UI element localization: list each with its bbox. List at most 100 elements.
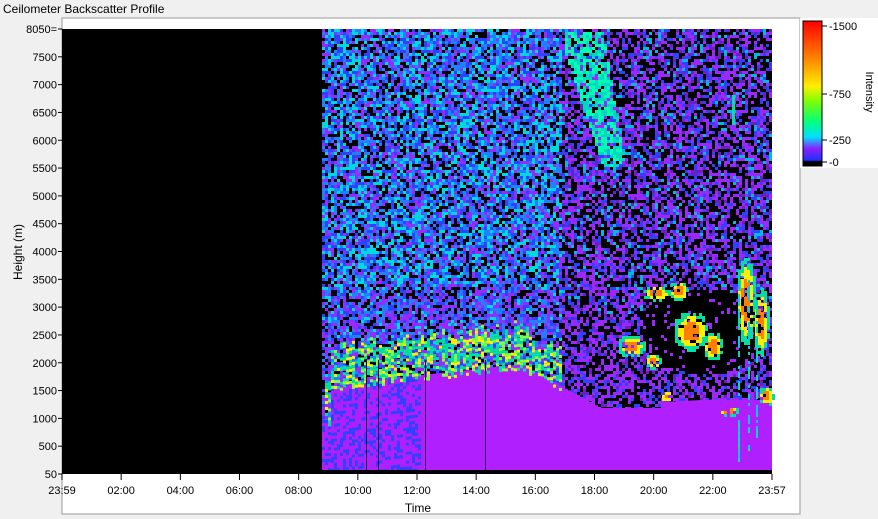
backscatter-cell <box>433 206 436 209</box>
backscatter-cell <box>454 161 457 164</box>
backscatter-cell <box>373 143 376 146</box>
backscatter-cell <box>484 140 487 143</box>
backscatter-cell <box>370 221 373 224</box>
backscatter-cell <box>403 185 406 188</box>
backscatter-cell <box>352 308 355 311</box>
backscatter-cell <box>415 185 418 188</box>
backscatter-cell <box>367 278 370 281</box>
backscatter-cell <box>445 53 448 56</box>
backscatter-cell <box>475 200 478 203</box>
backscatter-cell <box>397 158 400 161</box>
backscatter-cell <box>394 86 397 89</box>
backscatter-cell <box>394 326 397 329</box>
backscatter-cell <box>415 146 418 149</box>
backscatter-cell <box>400 107 403 110</box>
backscatter-cell <box>433 278 436 281</box>
backscatter-cell <box>340 74 343 77</box>
backscatter-cell <box>427 32 430 35</box>
backscatter-cell <box>412 47 415 50</box>
backscatter-cell <box>409 314 412 317</box>
backscatter-cell <box>394 107 397 110</box>
backscatter-cell <box>430 200 433 203</box>
backscatter-cell <box>379 203 382 206</box>
backscatter-cell <box>379 320 382 323</box>
backscatter-cell <box>406 212 409 215</box>
backscatter-cell <box>388 137 391 140</box>
backscatter-cell <box>406 71 409 74</box>
backscatter-cell <box>484 314 487 317</box>
backscatter-cell <box>466 284 469 287</box>
backscatter-cell <box>427 188 430 191</box>
backscatter-cell <box>451 320 454 323</box>
backscatter-cell <box>340 143 343 146</box>
backscatter-cell <box>445 170 448 173</box>
backscatter-cell <box>361 146 364 149</box>
backscatter-cell <box>436 218 439 221</box>
backscatter-cell <box>475 308 478 311</box>
backscatter-cell <box>436 128 439 131</box>
backscatter-cell <box>457 71 460 74</box>
backscatter-cell <box>406 173 409 176</box>
backscatter-cell <box>328 65 331 68</box>
backscatter-cell <box>451 254 454 257</box>
backscatter-cell <box>358 38 361 41</box>
backscatter-cell <box>358 323 361 326</box>
backscatter-cell <box>328 128 331 131</box>
backscatter-cell <box>409 218 412 221</box>
backscatter-cell <box>379 251 382 254</box>
backscatter-cell <box>466 152 469 155</box>
backscatter-cell <box>457 152 460 155</box>
backscatter-cell <box>415 317 418 320</box>
backscatter-cell <box>406 251 409 254</box>
backscatter-cell <box>454 335 457 338</box>
backscatter-cell <box>358 59 361 62</box>
backscatter-cell <box>364 338 367 341</box>
backscatter-cell <box>367 104 370 107</box>
backscatter-cell <box>328 248 331 251</box>
backscatter-cell <box>430 314 433 317</box>
backscatter-cell <box>361 338 364 341</box>
backscatter-cell <box>457 35 460 38</box>
backscatter-cell <box>325 122 328 125</box>
backscatter-cell <box>385 224 388 227</box>
backscatter-cell <box>337 164 340 167</box>
backscatter-cell <box>457 365 460 368</box>
backscatter-cell <box>430 104 433 107</box>
backscatter-cell <box>352 89 355 92</box>
backscatter-cell <box>331 227 334 230</box>
backscatter-cell <box>391 65 394 68</box>
backscatter-cell <box>388 245 391 248</box>
backscatter-cell <box>358 239 361 242</box>
backscatter-cell <box>421 212 424 215</box>
backscatter-cell <box>439 299 442 302</box>
backscatter-cell <box>442 98 445 101</box>
backscatter-cell <box>457 104 460 107</box>
backscatter-cell <box>376 197 379 200</box>
backscatter-cell <box>349 176 352 179</box>
backscatter-cell <box>322 407 325 410</box>
backscatter-cell <box>397 305 400 308</box>
backscatter-cell <box>475 146 478 149</box>
backscatter-cell <box>379 317 382 320</box>
backscatter-cell <box>376 215 379 218</box>
backscatter-cell <box>439 242 442 245</box>
backscatter-cell <box>340 92 343 95</box>
backscatter-cell <box>403 230 406 233</box>
backscatter-cell <box>358 149 361 152</box>
backscatter-cell <box>475 131 478 134</box>
backscatter-cell <box>460 155 463 158</box>
backscatter-cell <box>358 263 361 266</box>
backscatter-cell <box>349 71 352 74</box>
backscatter-cell <box>391 44 394 47</box>
backscatter-cell <box>427 164 430 167</box>
backscatter-cell <box>484 317 487 320</box>
backscatter-cell <box>412 35 415 38</box>
backscatter-cell <box>403 263 406 266</box>
backscatter-cell <box>337 344 340 347</box>
backscatter-cell <box>484 281 487 284</box>
backscatter-cell <box>340 155 343 158</box>
backscatter-cell <box>433 128 436 131</box>
backscatter-cell <box>382 290 385 293</box>
backscatter-cell <box>373 356 376 359</box>
backscatter-cell <box>373 257 376 260</box>
